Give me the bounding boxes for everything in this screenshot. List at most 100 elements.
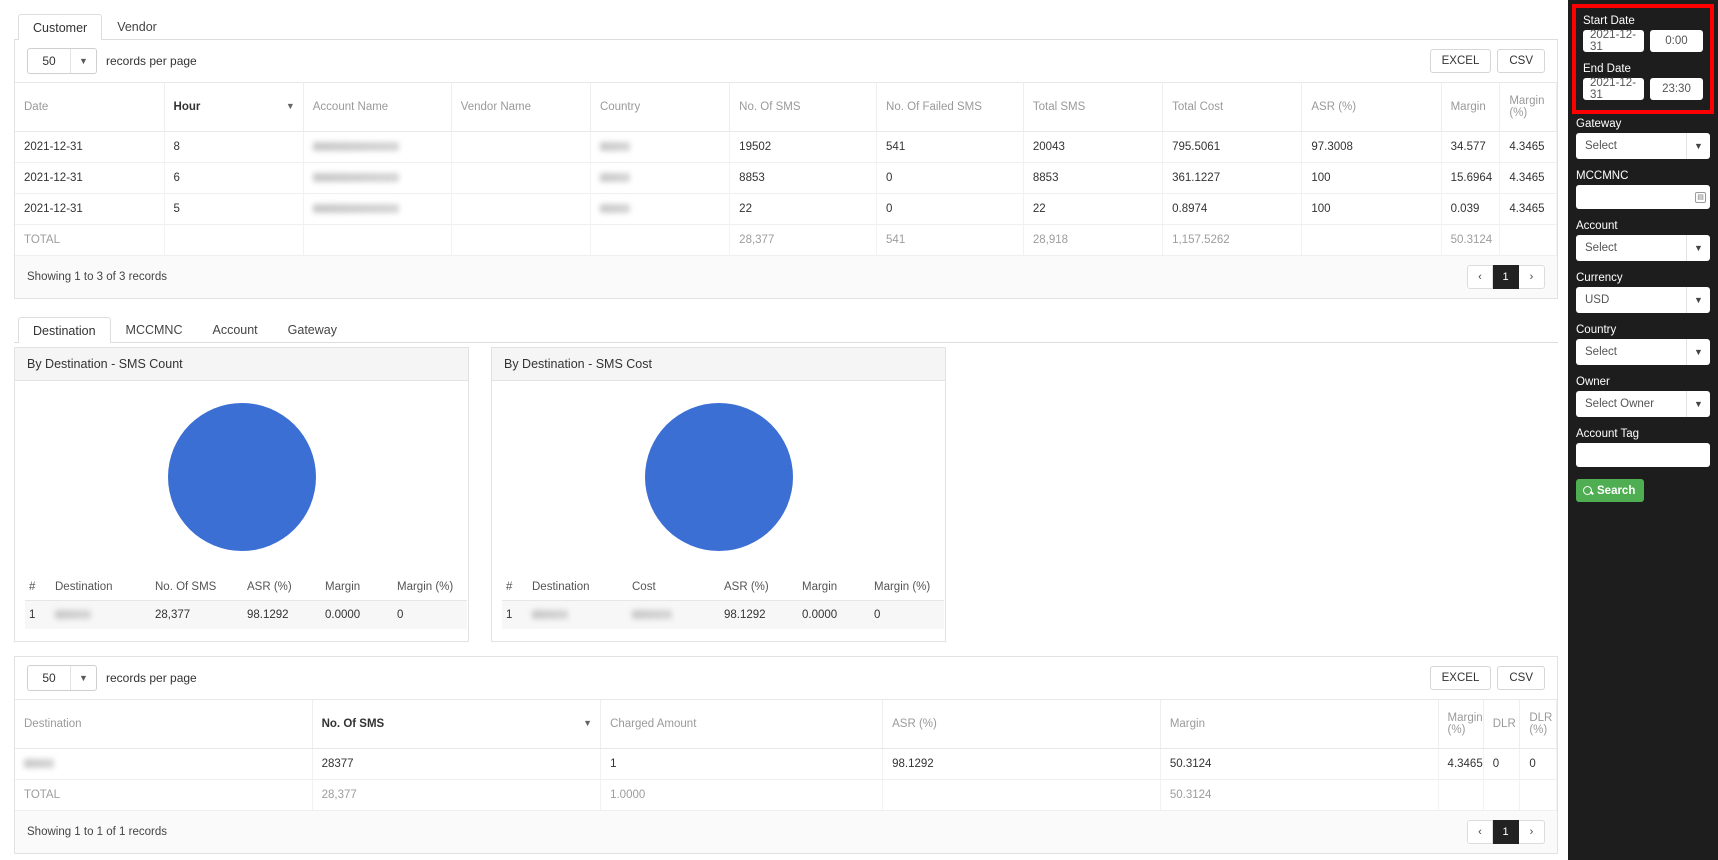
country-select[interactable]: Select ▼	[1576, 339, 1710, 365]
excel-export-button[interactable]: EXCEL	[1429, 49, 1492, 73]
tab-gateway-label: Gateway	[287, 322, 337, 337]
pagination-prev-button[interactable]: ‹	[1467, 265, 1493, 289]
col-country[interactable]: Country	[590, 82, 731, 132]
main-toolbar: 50 ▼ records per page EXCEL CSV	[15, 40, 1557, 82]
tab-customer[interactable]: Customer	[18, 13, 103, 40]
bottom-excel-export-button[interactable]: EXCEL	[1429, 666, 1492, 690]
pagination-next-button[interactable]: ›	[1519, 265, 1545, 289]
end-time-input[interactable]: 23:30	[1649, 78, 1703, 100]
pie-slice-destination-1[interactable]	[167, 402, 316, 551]
bottom-pagination-page-1[interactable]: 1	[1493, 820, 1519, 844]
redacted-value	[312, 173, 399, 183]
bottom-pagination-prev-button[interactable]: ‹	[1467, 820, 1493, 844]
table-row[interactable]: 2021-12-31 8 19502 541 20043 795.5061 97…	[15, 131, 1557, 163]
tab-account[interactable]: Account	[197, 316, 272, 343]
gateway-select[interactable]: Select ▼	[1576, 133, 1710, 159]
redacted-value	[312, 204, 399, 214]
table-row[interactable]: 2021-12-31 5 22 0 22 0.8974 100 0.039 4.…	[15, 193, 1557, 225]
account-select[interactable]: Select ▼	[1576, 235, 1710, 261]
export-buttons: EXCEL CSV	[1429, 49, 1545, 73]
cell-total-label: TOTAL	[15, 224, 165, 256]
col-no-of-sms[interactable]: No. Of SMS ▼	[312, 699, 602, 749]
legend-col-margin-pct: Margin (%)	[393, 574, 467, 601]
col-dlr[interactable]: DLR	[1483, 699, 1521, 749]
bottom-records-showing-text: Showing 1 to 1 of 1 records	[27, 826, 167, 838]
col-account-name[interactable]: Account Name	[303, 82, 452, 132]
pagination-page-1[interactable]: 1	[1493, 265, 1519, 289]
col-asr[interactable]: ASR (%)	[1301, 82, 1442, 132]
cell-hour: 5	[164, 193, 304, 225]
tab-gateway[interactable]: Gateway	[273, 316, 352, 343]
col-margin-pct[interactable]: Margin (%)	[1438, 699, 1484, 749]
legend-col-index: #	[502, 574, 528, 601]
owner-select[interactable]: Select Owner ▼	[1576, 391, 1710, 417]
pie-chart-sms-count[interactable]	[25, 389, 458, 564]
col-asr[interactable]: ASR (%)	[882, 699, 1161, 749]
col-dlr-pct[interactable]: DLR (%)	[1519, 699, 1557, 749]
records-per-page-select[interactable]: 50 ▼	[27, 48, 97, 74]
bottom-records-per-page-select[interactable]: 50 ▼	[27, 665, 97, 691]
mccmnc-input[interactable]: ▤	[1576, 185, 1710, 209]
chevron-down-icon: ▼	[70, 49, 96, 73]
pie-slice-destination-1[interactable]	[644, 402, 793, 551]
start-date-input[interactable]: 2021-12-31	[1583, 29, 1644, 53]
main-content: Customer Vendor 50 ▼ records per page EX…	[0, 0, 1568, 860]
cell-total-sms: 20043	[1023, 131, 1164, 163]
bottom-data-table: Destination No. Of SMS ▼ Charged Amount A…	[15, 699, 1557, 811]
col-margin[interactable]: Margin	[1441, 82, 1501, 132]
col-total-cost[interactable]: Total Cost	[1162, 82, 1303, 132]
csv-export-button[interactable]: CSV	[1497, 49, 1545, 73]
table-row[interactable]: 28377 1 98.1292 50.3124 4.3465 0 0	[15, 748, 1557, 780]
cell-account-name	[303, 131, 452, 163]
list-picker-icon[interactable]: ▤	[1695, 191, 1706, 203]
col-total-sms[interactable]: Total SMS	[1023, 82, 1164, 132]
cell-total-account	[303, 224, 452, 256]
cell-total-sms: 8853	[1023, 162, 1164, 194]
col-margin-pct[interactable]: Margin (%)	[1499, 82, 1557, 132]
cell-total-sms: 22	[1023, 193, 1164, 225]
start-time-input[interactable]: 0:00	[1649, 30, 1703, 52]
search-button[interactable]: Search	[1576, 479, 1644, 502]
redacted-value	[312, 142, 399, 152]
chevron-down-icon: ▼	[1686, 133, 1710, 159]
tab-mccmnc[interactable]: MCCMNC	[111, 316, 198, 343]
chevron-down-icon: ▼	[70, 666, 96, 690]
cell-total-vendor	[451, 224, 591, 256]
col-destination[interactable]: Destination	[15, 699, 313, 749]
currency-select[interactable]: USD ▼	[1576, 287, 1710, 313]
cell-no-of-failed-sms: 541	[876, 131, 1024, 163]
table-row[interactable]: 2021-12-31 6 8853 0 8853 361.1227 100 15…	[15, 162, 1557, 194]
legend-cell-margin: 0.0000	[798, 600, 870, 629]
cell-total-cost: 361.1227	[1162, 162, 1303, 194]
main-data-table: Date Hour ▼ Account Name Vendor Name Coun…	[15, 82, 1557, 256]
legend-col-asr: ASR (%)	[720, 574, 798, 601]
col-no-of-sms[interactable]: No. Of SMS	[729, 82, 878, 132]
pie-chart-sms-cost[interactable]	[502, 389, 935, 564]
bottom-csv-export-button[interactable]: CSV	[1497, 666, 1545, 690]
cell-total-failed: 541	[876, 224, 1024, 256]
end-date-input[interactable]: 2021-12-31	[1583, 77, 1644, 101]
col-date[interactable]: Date	[15, 82, 165, 132]
chart-card-sms-count: By Destination - SMS Count # Destination…	[14, 347, 469, 642]
col-hour-label: Hour	[173, 101, 201, 113]
currency-field: Currency USD ▼	[1576, 272, 1710, 313]
col-charged-amount[interactable]: Charged Amount	[600, 699, 884, 749]
col-no-of-failed-sms[interactable]: No. Of Failed SMS	[876, 82, 1024, 132]
tab-destination[interactable]: Destination	[18, 316, 111, 343]
records-per-page-group: 50 ▼ records per page	[27, 48, 197, 74]
destination-detail-panel: 50 ▼ records per page EXCEL CSV Destinat…	[14, 656, 1558, 854]
chart-title-sms-cost: By Destination - SMS Cost	[492, 348, 945, 381]
bottom-pagination-next-button[interactable]: ›	[1519, 820, 1545, 844]
cell-dlr-pct: 0	[1519, 748, 1557, 780]
tab-vendor[interactable]: Vendor	[102, 13, 172, 40]
col-vendor-name[interactable]: Vendor Name	[451, 82, 591, 132]
col-margin[interactable]: Margin	[1160, 699, 1439, 749]
col-hour[interactable]: Hour ▼	[164, 82, 304, 132]
bottom-toolbar: 50 ▼ records per page EXCEL CSV	[15, 657, 1557, 699]
country-field: Country Select ▼	[1576, 324, 1710, 365]
cell-margin: 0.039	[1441, 193, 1501, 225]
bottom-export-buttons: EXCEL CSV	[1429, 666, 1545, 690]
chevron-down-icon: ▼	[1686, 287, 1710, 313]
chart-tabstrip: Destination MCCMNC Account Gateway	[14, 311, 1558, 343]
account-tag-input[interactable]	[1576, 443, 1710, 467]
